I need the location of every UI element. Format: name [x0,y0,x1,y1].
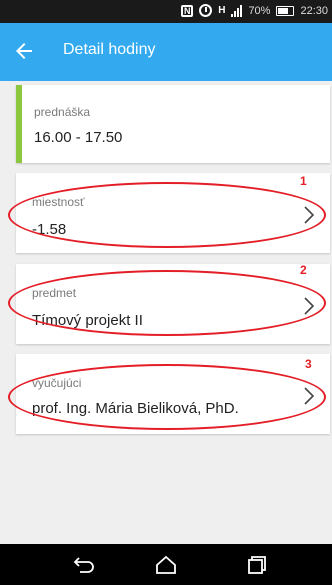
battery-percent: 70% [248,4,271,17]
chevron-right-icon [304,387,315,405]
teacher-label: vyučujúci [32,376,82,390]
lesson-time: 16.00 - 17.50 [34,129,123,146]
lesson-card: prednáška 16.00 - 17.50 [16,85,330,163]
status-icons: N H 70% 22:30 [181,4,328,17]
teacher-card[interactable]: vyučujúci prof. Ing. Mária Bieliková, Ph… [16,354,330,434]
annotation-number-2: 2 [300,263,307,277]
subject-label: predmet [32,286,77,300]
navigation-bar [0,544,332,585]
signal-icon [231,4,243,17]
app-bar: Detail hodiny [0,23,332,81]
lesson-type-label: prednáška [34,105,91,119]
room-label: miestnosť [32,195,85,209]
room-card[interactable]: miestnosť -1.58 [16,173,330,253]
nfc-icon: N [181,4,194,17]
hplus-icon: H [218,4,226,16]
alarm-icon [199,4,213,17]
subject-value: Tímový projekt II [32,312,143,329]
chevron-right-icon [304,297,315,315]
chevron-right-icon [304,206,315,224]
status-bar: N H 70% 22:30 [0,0,332,23]
subject-card[interactable]: predmet Tímový projekt II [16,264,330,344]
room-value: -1.58 [32,221,67,238]
clock: 22:30 [300,4,328,17]
annotation-number-1: 1 [300,174,307,188]
back-nav-icon[interactable] [72,554,96,576]
home-nav-icon[interactable] [154,554,178,576]
annotation-number-3: 3 [305,357,312,371]
teacher-value: prof. Ing. Mária Bieliková, PhD. [32,400,239,417]
lesson-accent-bar [16,85,22,163]
arrow-left-icon[interactable] [12,39,36,63]
page-title: Detail hodiny [63,41,156,58]
recents-nav-icon[interactable] [244,554,268,576]
battery-icon [276,5,295,16]
